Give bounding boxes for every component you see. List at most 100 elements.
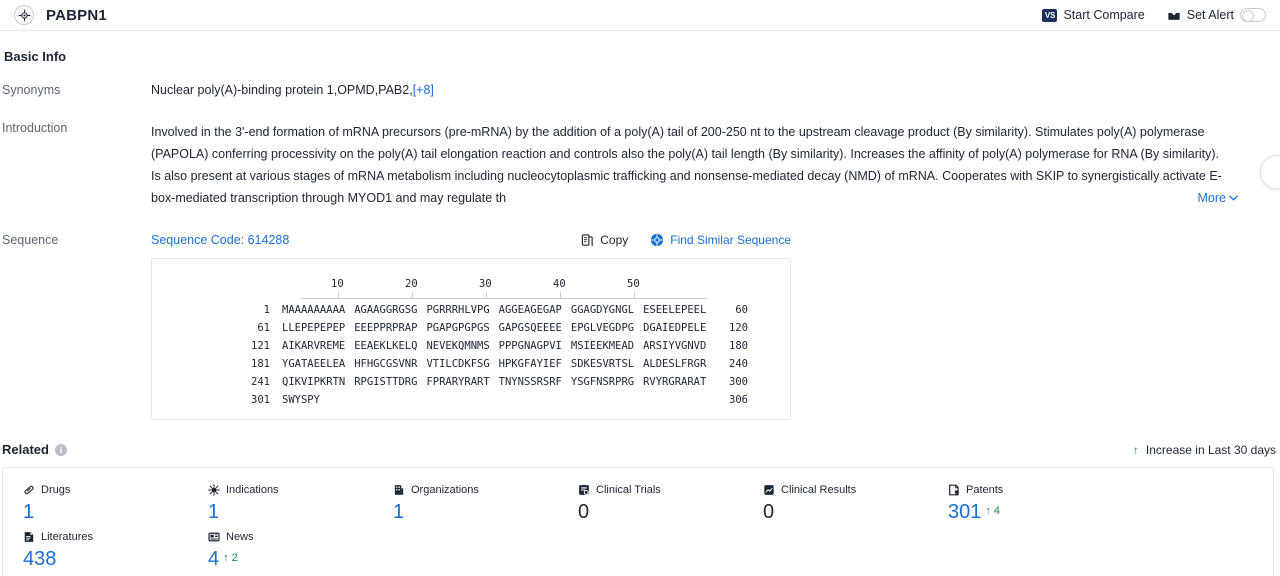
capsule-icon	[23, 484, 35, 496]
sequence-blocks: MAAAAAAAAA AGAAGGRGSG PGRRRHLVPG AGGEAGEGAP…	[282, 301, 706, 319]
ruler-tick-label: 50	[627, 278, 640, 290]
building-icon	[393, 484, 405, 496]
synonyms-row: Synonyms Nuclear poly(A)-binding protein…	[0, 83, 1280, 97]
stat-header: Drugs	[23, 484, 188, 496]
sequence-block: PGAPGPGPGS	[426, 322, 490, 334]
sequence-actions: Copy Find Similar Sequence	[581, 233, 791, 247]
sequence-block: AGGEAGEGAP	[498, 304, 562, 316]
stat-header: Clinical Results	[763, 484, 928, 496]
basic-info-heading: Basic Info	[4, 49, 67, 64]
stat-value-wrap: 1	[23, 499, 188, 525]
clinical-result-icon	[763, 484, 775, 496]
stat-value: 1	[23, 501, 35, 523]
stat-value-wrap: 1	[393, 499, 558, 525]
related-header: Related i ↑ Increase in Last 30 days	[0, 442, 1280, 457]
synonyms-value: Nuclear poly(A)-binding protein 1,OPMD,P…	[151, 83, 413, 97]
increase-label: Increase in Last 30 days	[1145, 442, 1276, 457]
related-stat-clinical-results[interactable]: Clinical Results 0	[743, 484, 928, 525]
find-similar-sequence-button[interactable]: Find Similar Sequence	[650, 233, 791, 247]
sequence-blocks: YGATAEELEA HFHGCGSVNR VTILCDKFSG HPKGFAYIEF…	[282, 355, 706, 373]
stat-delta-value: 4	[993, 505, 1000, 517]
sequence-block: RVYRGRARAT	[643, 376, 707, 388]
sequence-block: VTILCDKFSG	[426, 358, 490, 370]
stat-value-wrap: 301 ↑ 4	[948, 499, 1113, 525]
sequence-end-index: 306	[729, 394, 748, 406]
sequence-block: RPGISTTDRG	[354, 376, 418, 388]
chevron-down-icon	[1228, 193, 1239, 204]
stat-header: Literatures	[23, 531, 188, 543]
sequence-line: 301 SWYSPY 306	[152, 391, 790, 409]
news-icon	[208, 531, 220, 543]
sequence-end-index: 60	[735, 304, 748, 316]
sequence-block: PGRRRHLVPG	[426, 304, 490, 316]
sequence-start-index: 241	[251, 376, 270, 388]
stat-label: Clinical Trials	[596, 484, 661, 496]
sequence-block: EPGLVEGDPG	[570, 322, 635, 334]
main-content: Basic Info Synonyms Nuclear poly(A)-bind…	[0, 31, 1280, 576]
start-compare-button[interactable]: VS Start Compare	[1042, 8, 1145, 22]
stat-label: News	[226, 531, 254, 543]
stat-value: 4	[208, 548, 220, 570]
stat-delta-value: 2	[231, 552, 238, 564]
app-header: PABPN1 VS Start Compare Set Alert	[0, 0, 1280, 31]
stat-value: 1	[393, 501, 405, 523]
sequence-block: ALDESLFRGR	[643, 358, 707, 370]
related-title: Related	[2, 442, 49, 457]
stat-header: Organizations	[393, 484, 558, 496]
related-stat-literatures[interactable]: Literatures 438	[3, 531, 188, 572]
introduction-more-button[interactable]: More	[1157, 187, 1239, 209]
sequence-block: EEAEKLKELQ	[354, 340, 418, 352]
app-page: PABPN1 VS Start Compare Set Alert Basic …	[0, 0, 1280, 576]
sequence-block: EEEPPRPRAP	[354, 322, 418, 334]
target-icon	[14, 5, 34, 25]
stat-delta: ↑ 2	[223, 552, 238, 564]
stat-value: 301	[948, 501, 982, 523]
sequence-end-index: 300	[729, 376, 748, 388]
sequence-line: 121 AIKARVREME EEAEKLKELQ NEVEKQMNMS PPPGNAG…	[152, 337, 790, 355]
sequence-block: ARSIYVGNVD	[643, 340, 707, 352]
ruler-tick-mark	[486, 292, 487, 298]
synonyms-value-wrap: Nuclear poly(A)-binding protein 1,OPMD,P…	[151, 83, 1280, 97]
copy-icon	[581, 233, 594, 247]
sequence-block: YGATAEELEA	[282, 358, 346, 370]
synonyms-expand-link[interactable]: [+8]	[413, 83, 434, 97]
sequence-block: SWYSPY	[282, 394, 320, 406]
sequence-line: 61 LLEPEPEPEP EEEPPRPRAP PGAPGPGPGS GAPGSQEE…	[152, 319, 790, 337]
sequence-block: MAAAAAAAAA	[282, 304, 346, 316]
related-stat-drugs[interactable]: Drugs 1	[3, 484, 188, 525]
stat-header: Clinical Trials	[578, 484, 743, 496]
info-icon[interactable]: i	[54, 443, 67, 456]
sequence-start-index: 301	[251, 394, 270, 406]
ruler-tick-mark	[412, 292, 413, 298]
introduction-text-block: Involved in the 3'-end formation of mRNA…	[151, 121, 1239, 209]
stat-value-wrap: 4 ↑ 2	[208, 546, 373, 572]
set-alert-toggle[interactable]	[1240, 8, 1266, 22]
introduction-row: Introduction Involved in the 3'-end form…	[0, 121, 1280, 209]
stat-label: Indications	[226, 484, 279, 496]
related-stat-organizations[interactable]: Organizations 1	[373, 484, 558, 525]
copy-sequence-button[interactable]: Copy	[581, 233, 628, 247]
set-alert-control[interactable]: Set Alert	[1167, 8, 1266, 22]
sequence-block: FPRARYRART	[426, 376, 490, 388]
introduction-text: Involved in the 3'-end formation of mRNA…	[151, 125, 1222, 205]
stat-label: Organizations	[411, 484, 479, 496]
ruler-tick-label: 10	[331, 278, 344, 290]
page-title: PABPN1	[46, 6, 107, 24]
related-stat-indications[interactable]: Indications 1	[188, 484, 373, 525]
related-stat-clinical-trials[interactable]: Clinical Trials 0	[558, 484, 743, 525]
sequence-blocks: LLEPEPEPEP EEEPPRPRAP PGAPGPGPGS GAPGSQEEEE…	[282, 319, 706, 337]
related-stat-patents[interactable]: Patents 301 ↑ 4	[928, 484, 1113, 525]
ruler-tick-label: 20	[405, 278, 418, 290]
ruler-tick-label: 40	[553, 278, 566, 290]
sequence-start-index: 121	[251, 340, 270, 352]
sequence-start-index: 181	[251, 358, 270, 370]
stat-value-wrap: 1	[208, 499, 373, 525]
stat-value-wrap: 0	[763, 499, 928, 525]
vs-icon: VS	[1042, 8, 1058, 22]
sequence-code-link[interactable]: Sequence Code: 614288	[151, 233, 289, 247]
set-alert-label: Set Alert	[1186, 8, 1234, 22]
related-stat-news[interactable]: News 4 ↑ 2	[188, 531, 373, 572]
patent-icon	[948, 484, 960, 496]
sequence-start-index: 61	[257, 322, 270, 334]
sequence-line: 181 YGATAEELEA HFHGCGSVNR VTILCDKFSG HPKGFAY…	[152, 355, 790, 373]
